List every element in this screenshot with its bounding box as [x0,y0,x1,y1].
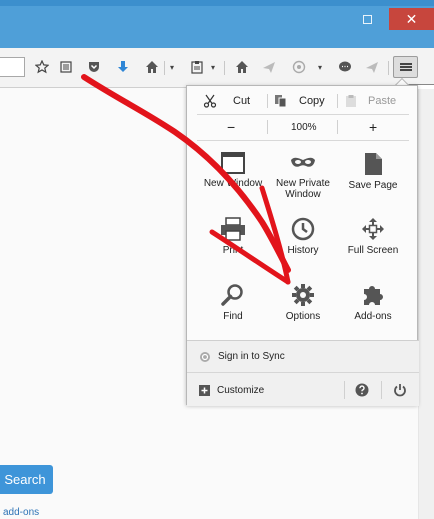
separator [267,94,268,108]
addons-label: Add-ons [354,311,392,322]
print-button[interactable]: Print [197,217,269,277]
zoom-reset-button[interactable]: 100% [291,116,317,138]
help-button[interactable] [355,383,371,399]
clipboard-icon[interactable] [187,57,207,77]
history-button[interactable]: History [267,217,339,277]
toolbar-separator [388,61,389,75]
panel-footer: Sign in to Sync Customize [187,340,419,406]
main-menu-panel: Cut Copy Paste − 100% + New Window New P… [186,85,419,406]
menu-icon [399,63,412,71]
find-label: Find [223,311,243,322]
search-button[interactable]: Search [0,465,53,494]
save-page-icon [365,153,382,175]
download-icon[interactable] [113,57,133,77]
copy-label: Copy [299,95,325,107]
private-mask-icon [291,157,315,167]
chevron-down-icon[interactable]: ▾ [167,57,177,77]
gear-icon [292,284,314,306]
new-private-window-label: New Private Window [276,178,330,200]
full-screen-label: Full Screen [347,245,399,256]
close-window-button[interactable]: ✕ [389,8,434,30]
new-private-window-button[interactable]: New Private Window [267,152,339,212]
divider [197,140,409,141]
restore-icon [362,14,372,24]
bookmark-star-icon[interactable] [32,57,52,77]
home-icon[interactable] [142,57,162,77]
navigation-toolbar: ▾ ▾ ▾ [0,48,434,88]
scissors-icon [203,94,217,108]
options-button[interactable]: Options [267,283,339,343]
full-screen-button[interactable]: Full Screen [337,217,409,277]
magnifier-icon [221,284,243,306]
open-menu-button[interactable] [393,56,418,78]
edit-controls: Cut Copy Paste [187,90,419,112]
power-icon [394,384,406,397]
restore-button[interactable] [347,10,387,28]
new-window-label: New Window [203,178,263,189]
help-icon [355,383,369,397]
copy-icon [275,95,287,108]
quit-button[interactable] [393,383,409,399]
customize-label: Customize [217,385,265,396]
fullscreen-icon [362,218,384,240]
separator [337,94,338,108]
separator [267,120,268,134]
scrollbar[interactable] [419,89,434,519]
print-label: Print [222,245,244,256]
chat-icon[interactable] [335,57,355,77]
clock-icon [291,217,315,241]
cut-button[interactable]: Cut [203,90,250,112]
addons-button[interactable]: Add-ons [337,283,409,343]
sign-in-sync-button[interactable]: Sign in to Sync [187,341,419,373]
plus-square-icon [199,385,210,396]
paste-icon [346,95,356,107]
save-page-label: Save Page [348,180,398,191]
save-page-button[interactable]: Save Page [337,152,409,212]
addons-link[interactable]: add-ons [3,507,39,518]
divider [197,114,409,115]
chevron-down-icon[interactable]: ▾ [315,57,325,77]
window-icon [221,152,245,174]
find-button[interactable]: Find [197,283,269,343]
toolbar-separator [224,61,225,75]
pocket-icon[interactable] [84,57,104,77]
customize-button[interactable]: Customize [187,374,419,407]
copy-button[interactable]: Copy [274,90,325,112]
puzzle-icon [364,286,383,305]
zoom-in-button[interactable]: + [369,116,377,138]
toolbar-separator [164,61,165,75]
printer-icon [221,217,245,241]
separator [344,381,345,399]
cut-label: Cut [233,95,251,107]
options-label: Options [285,311,321,322]
zoom-controls: − 100% + [187,116,419,138]
paste-label: Paste [368,95,397,107]
history-icon[interactable] [289,57,309,77]
search-input[interactable] [0,57,25,77]
home-icon[interactable] [232,57,252,77]
chevron-down-icon[interactable]: ▾ [208,57,218,77]
separator [337,120,338,134]
paste-button[interactable]: Paste [345,90,396,112]
send-icon[interactable] [362,57,382,77]
reading-list-icon[interactable] [56,57,76,77]
separator [381,381,382,399]
sync-label: Sign in to Sync [218,351,285,362]
send-icon[interactable] [259,57,279,77]
new-window-button[interactable]: New Window [197,152,269,212]
zoom-out-button[interactable]: − [227,116,235,138]
sync-icon [200,351,210,362]
history-label: History [287,245,319,256]
